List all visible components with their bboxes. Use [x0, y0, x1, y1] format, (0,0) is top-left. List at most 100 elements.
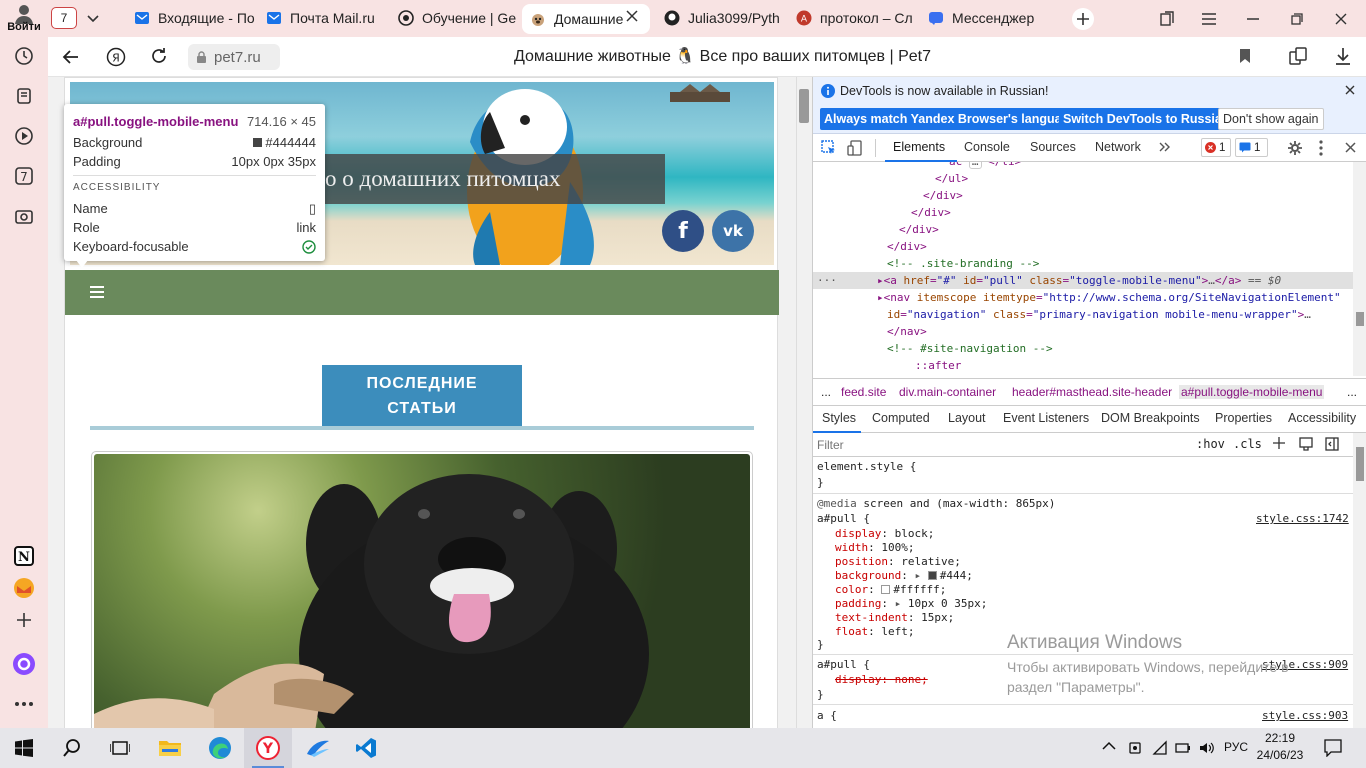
yandex-browser-icon[interactable]: Y: [244, 728, 292, 768]
close-tab-icon[interactable]: [626, 10, 638, 22]
subtab-styles[interactable]: Styles: [822, 411, 856, 425]
tab-list-chevron-icon[interactable]: [82, 8, 104, 30]
mail-app-icon[interactable]: [12, 576, 36, 600]
clock[interactable]: 22:19 24/06/23: [1256, 730, 1304, 764]
tab-messenger[interactable]: Мессенджер: [920, 5, 1060, 31]
bookmark-icon[interactable]: [1239, 48, 1251, 64]
url-field[interactable]: pet7.ru: [188, 44, 280, 70]
css-property[interactable]: padding: ▸ 10px 0 35px;: [835, 597, 987, 611]
dom-line[interactable]: </div>: [923, 187, 963, 204]
rule-selector[interactable]: a#pull {: [817, 512, 870, 526]
hov-toggle[interactable]: :hov: [1196, 437, 1225, 451]
color-swatch[interactable]: [927, 571, 937, 580]
more-tabs-icon[interactable]: [1159, 142, 1171, 152]
alice-icon[interactable]: [12, 652, 36, 676]
dom-scrollbar[interactable]: [1353, 162, 1366, 376]
dom-line[interactable]: </nav>: [887, 323, 927, 340]
toggle-mobile-menu[interactable]: [65, 270, 779, 315]
screenshot-icon[interactable]: [12, 204, 36, 228]
start-icon[interactable]: [0, 728, 48, 768]
tab-count-badge[interactable]: 7: [51, 7, 77, 29]
tab-geekbrains[interactable]: Обучение | Ge: [390, 5, 520, 31]
tab-github[interactable]: Julia3099/Pyth: [656, 5, 786, 31]
tab-elements[interactable]: Elements: [893, 140, 945, 154]
sidebar-toggle-icon[interactable]: [1325, 437, 1339, 451]
bookmark-panel-icon[interactable]: [1156, 8, 1178, 30]
css-property[interactable]: color: #ffffff;: [835, 583, 946, 597]
filter-input[interactable]: [817, 436, 1183, 454]
scrollbar-thumb[interactable]: [799, 89, 809, 123]
tab-network[interactable]: Network: [1095, 140, 1141, 154]
dom-pseudo[interactable]: ::after: [915, 357, 961, 374]
css-property[interactable]: display: block;: [835, 527, 934, 541]
article-card[interactable]: [91, 451, 753, 728]
scrollbar-thumb[interactable]: [1356, 312, 1364, 326]
cls-toggle[interactable]: .cls: [1233, 437, 1262, 451]
breadcrumb-item-active[interactable]: a#pull.toggle-mobile-menu: [1179, 385, 1325, 399]
yandex-icon[interactable]: Я: [106, 47, 126, 67]
login-button[interactable]: Войти: [0, 21, 48, 33]
rule-selector[interactable]: a {: [817, 709, 837, 723]
dom-comment[interactable]: <!-- .site-branding -->: [887, 255, 1039, 272]
subtab-properties[interactable]: Properties: [1215, 411, 1272, 425]
menu-icon[interactable]: [1198, 8, 1220, 30]
scrollbar-thumb[interactable]: [1356, 447, 1364, 481]
reload-icon[interactable]: [150, 47, 168, 65]
subtab-accessibility[interactable]: Accessibility: [1288, 411, 1356, 425]
node-ellipsis[interactable]: ···: [817, 272, 837, 289]
breadcrumb-item[interactable]: feed.site: [841, 385, 886, 399]
subtab-layout[interactable]: Layout: [948, 411, 986, 425]
css-property[interactable]: position: relative;: [835, 555, 961, 569]
selected-dom-node[interactable]: ▸<a href="#" id="pull" class="toggle-mob…: [877, 272, 1281, 289]
language-indicator[interactable]: РУС: [1224, 740, 1248, 754]
match-language-button[interactable]: Always match Yandex Browser's language: [820, 108, 1081, 130]
dom-line[interactable]: </div>: [887, 238, 927, 255]
dom-comment[interactable]: <!-- #site-navigation -->: [887, 340, 1053, 357]
dom-line[interactable]: </ul>: [935, 170, 968, 187]
close-infobar-icon[interactable]: [1345, 85, 1355, 95]
breadcrumb-item[interactable]: ...: [821, 385, 831, 399]
seven-app-icon[interactable]: 7: [12, 164, 36, 188]
page-scrollbar[interactable]: [796, 77, 812, 728]
minimize-icon[interactable]: [1242, 8, 1264, 30]
breadcrumb-item[interactable]: ...: [1347, 385, 1357, 399]
switch-russian-button[interactable]: Switch DevTools to Russian: [1059, 108, 1234, 130]
source-link[interactable]: style.css:903: [1262, 709, 1348, 723]
back-icon[interactable]: [62, 48, 80, 66]
tab-sources[interactable]: Sources: [1030, 140, 1076, 154]
close-devtools-icon[interactable]: [1345, 142, 1356, 153]
inspect-element-icon[interactable]: [821, 140, 837, 156]
file-explorer-icon[interactable]: [146, 728, 194, 768]
settings-icon[interactable]: [1287, 140, 1303, 156]
more-icon[interactable]: [12, 692, 36, 716]
color-format-icon[interactable]: [1299, 437, 1313, 451]
close-window-icon[interactable]: [1330, 8, 1352, 30]
task-view-icon[interactable]: [96, 728, 144, 768]
hamburger-icon[interactable]: [90, 286, 104, 298]
edge-icon[interactable]: [196, 728, 244, 768]
tab-translator[interactable]: A протокол – Сл: [788, 5, 918, 31]
notion-icon[interactable]: N: [12, 544, 36, 568]
pycharm-icon[interactable]: [294, 728, 342, 768]
battery-icon[interactable]: [1174, 740, 1192, 756]
tray-chevron-icon[interactable]: [1102, 741, 1116, 751]
element-style-selector[interactable]: element.style {: [817, 460, 916, 474]
device-toolbar-icon[interactable]: [847, 140, 863, 156]
tab-inbox[interactable]: Входящие - По: [126, 5, 256, 31]
volume-icon[interactable]: [1198, 740, 1216, 756]
dom-line[interactable]: </div>: [911, 204, 951, 221]
extensions-icon[interactable]: [1288, 46, 1308, 66]
restore-icon[interactable]: [1286, 8, 1308, 30]
dont-show-again-button[interactable]: Don't show again: [1218, 108, 1324, 130]
media-query[interactable]: @media screen and (max-width: 865px): [817, 497, 1055, 511]
notifications-icon[interactable]: [1324, 739, 1342, 757]
kebab-menu-icon[interactable]: [1319, 140, 1323, 156]
styles-scrollbar[interactable]: [1353, 433, 1366, 728]
css-property[interactable]: float: left;: [835, 625, 915, 639]
css-property[interactable]: background: ▸ #444;: [835, 569, 973, 583]
dom-line[interactable]: </div>: [899, 221, 939, 238]
new-tab-icon[interactable]: [1072, 8, 1094, 30]
download-icon[interactable]: [1334, 46, 1352, 66]
overridden-property[interactable]: display: none;: [835, 673, 928, 687]
css-property[interactable]: width: 100%;: [835, 541, 915, 555]
